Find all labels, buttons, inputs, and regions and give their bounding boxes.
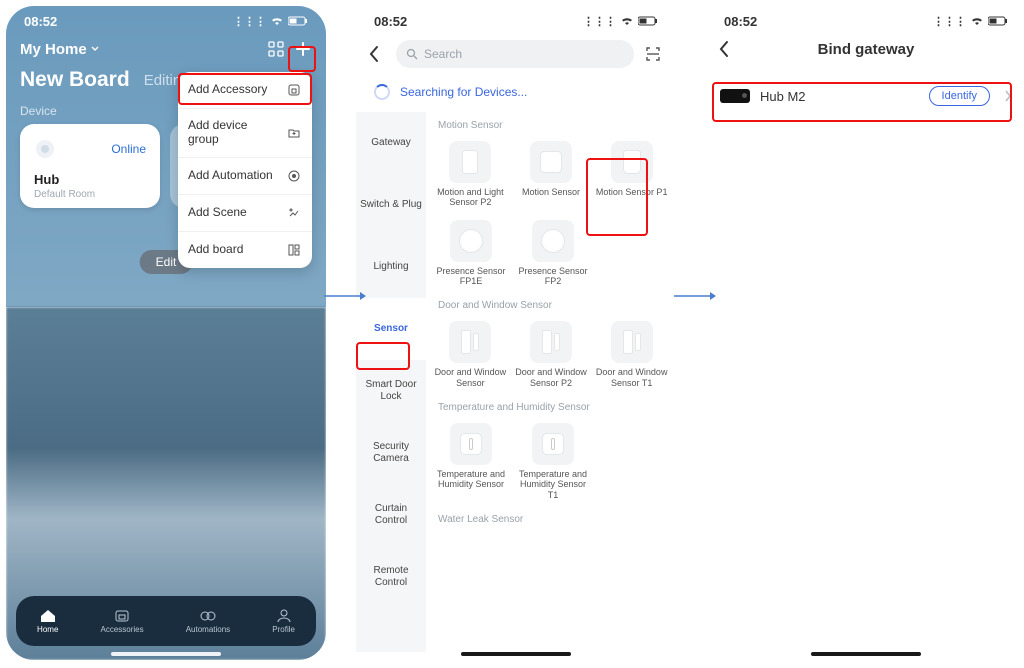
tab-bar: Home Accessories Automations Profile [16, 596, 316, 646]
menu-add-accessory[interactable]: Add Accessory [178, 72, 312, 108]
wifi-icon [620, 16, 634, 26]
battery-icon [288, 16, 308, 26]
sidebar-item-curtain-control[interactable]: Curtain Control [356, 484, 426, 546]
device-temp-humidity-t1[interactable]: Temperature and Humidity Sensor T1 [514, 417, 592, 506]
home-indicator [811, 652, 921, 656]
section-water: Water Leak Sensor [432, 506, 670, 529]
device-presence-fp1e[interactable]: Presence Sensor FP1E [432, 214, 510, 293]
status-icons: ⋮⋮⋮ [933, 15, 1008, 28]
home-indicator [461, 652, 571, 656]
automations-icon [199, 609, 217, 623]
tab-automations[interactable]: Automations [186, 609, 230, 634]
hub-name: Hub M2 [760, 89, 919, 104]
home-icon [39, 609, 57, 623]
menu-add-device-group[interactable]: Add device group [178, 108, 312, 157]
status-icons: ⋮⋮⋮ [233, 15, 308, 28]
search-placeholder: Search [424, 47, 462, 61]
sidebar-item-security-camera[interactable]: Security Camera [356, 422, 426, 484]
page-title: Bind gateway [718, 41, 1014, 58]
wifi-icon [970, 16, 984, 26]
folder-plus-icon [286, 125, 302, 141]
scan-button[interactable] [642, 43, 664, 65]
hub-image [720, 89, 750, 103]
tab-profile[interactable]: Profile [272, 609, 295, 634]
battery-icon [988, 16, 1008, 26]
home-screen: 08:52 ⋮⋮⋮ My Home [6, 6, 326, 660]
arrow-2 [672, 286, 718, 306]
status-time: 08:52 [374, 14, 407, 29]
board-icon [286, 242, 302, 258]
status-time: 08:52 [24, 14, 57, 29]
status-bar: 08:52 ⋮⋮⋮ [6, 6, 326, 36]
section-door: Door and Window Sensor [432, 292, 670, 315]
add-menu: Add Accessory Add device group Add Autom… [178, 72, 312, 268]
menu-add-board[interactable]: Add board [178, 231, 312, 268]
sidebar-item-switch-plug[interactable]: Switch & Plug [356, 174, 426, 236]
grid-icon[interactable] [268, 41, 284, 57]
plus-icon[interactable] [294, 40, 312, 58]
status-bar: 08:52 ⋮⋮⋮ [706, 6, 1024, 36]
arrow-1 [322, 286, 368, 306]
sidebar-item-gateway[interactable]: Gateway [356, 112, 426, 174]
tab-home[interactable]: Home [37, 609, 58, 634]
automation-icon [286, 168, 302, 184]
menu-add-scene[interactable]: Add Scene [178, 194, 312, 231]
device-status: Online [111, 142, 146, 156]
menu-add-automation[interactable]: Add Automation [178, 157, 312, 194]
battery-icon [638, 16, 658, 26]
sidebar-item-sensor[interactable]: Sensor [356, 298, 426, 360]
category-sidebar: Gateway Switch & Plug Lighting Sensor Sm… [356, 112, 426, 652]
search-input[interactable]: Search [396, 40, 634, 68]
sidebar-item-smart-door-lock[interactable]: Smart Door Lock [356, 360, 426, 422]
signal-icon: ⋮⋮⋮ [933, 15, 966, 28]
section-temp: Temperature and Humidity Sensor [432, 394, 670, 417]
device-motion-sensor-p1[interactable]: Motion Sensor P1 [593, 135, 670, 214]
accessory-icon [286, 82, 302, 98]
device-motion-sensor[interactable]: Motion Sensor [513, 135, 590, 214]
home-selector[interactable]: My Home [20, 41, 99, 58]
search-icon [406, 48, 418, 60]
device-card-hub[interactable]: Online Hub Default Room [20, 124, 160, 208]
section-motion: Motion Sensor [432, 112, 670, 135]
home-indicator [111, 652, 221, 656]
profile-icon [275, 609, 293, 623]
device-list: Motion Sensor Motion and Light Sensor P2… [426, 112, 676, 652]
signal-icon: ⋮⋮⋮ [583, 15, 616, 28]
spinner-icon [374, 84, 390, 100]
status-time: 08:52 [724, 14, 757, 29]
wifi-icon [270, 16, 284, 26]
device-door-window-t1[interactable]: Door and Window Sensor T1 [593, 315, 670, 394]
board-title: New Board [20, 68, 130, 92]
back-button[interactable] [368, 45, 388, 63]
searching-text: Searching for Devices... [400, 85, 527, 99]
status-bar: 08:52 ⋮⋮⋮ [356, 6, 676, 36]
device-door-window-p2[interactable]: Door and Window Sensor P2 [513, 315, 590, 394]
scene-icon [286, 205, 302, 221]
bind-gateway-screen: 08:52 ⋮⋮⋮ Bind gateway Hub M2 Identify [706, 6, 1024, 660]
identify-button[interactable]: Identify [929, 86, 990, 106]
device-presence-fp2[interactable]: Presence Sensor FP2 [514, 214, 592, 293]
signal-icon: ⋮⋮⋮ [233, 15, 266, 28]
accessories-icon [113, 609, 131, 623]
add-accessory-screen: 08:52 ⋮⋮⋮ Search Searching for Devices..… [356, 6, 676, 660]
device-temp-humidity[interactable]: Temperature and Humidity Sensor [432, 417, 510, 506]
chevron-down-icon [91, 46, 99, 52]
hub-icon [34, 138, 56, 160]
gateway-row[interactable]: Hub M2 Identify [706, 74, 1024, 118]
chevron-right-icon [1004, 89, 1012, 103]
searching-row: Searching for Devices... [356, 72, 676, 112]
device-name: Hub [34, 172, 146, 187]
device-door-window[interactable]: Door and Window Sensor [432, 315, 509, 394]
device-motion-light-p2[interactable]: Motion and Light Sensor P2 [432, 135, 509, 214]
tab-accessories[interactable]: Accessories [100, 609, 143, 634]
sidebar-item-remote-control[interactable]: Remote Control [356, 546, 426, 608]
status-icons: ⋮⋮⋮ [583, 15, 658, 28]
device-room: Default Room [34, 189, 146, 200]
